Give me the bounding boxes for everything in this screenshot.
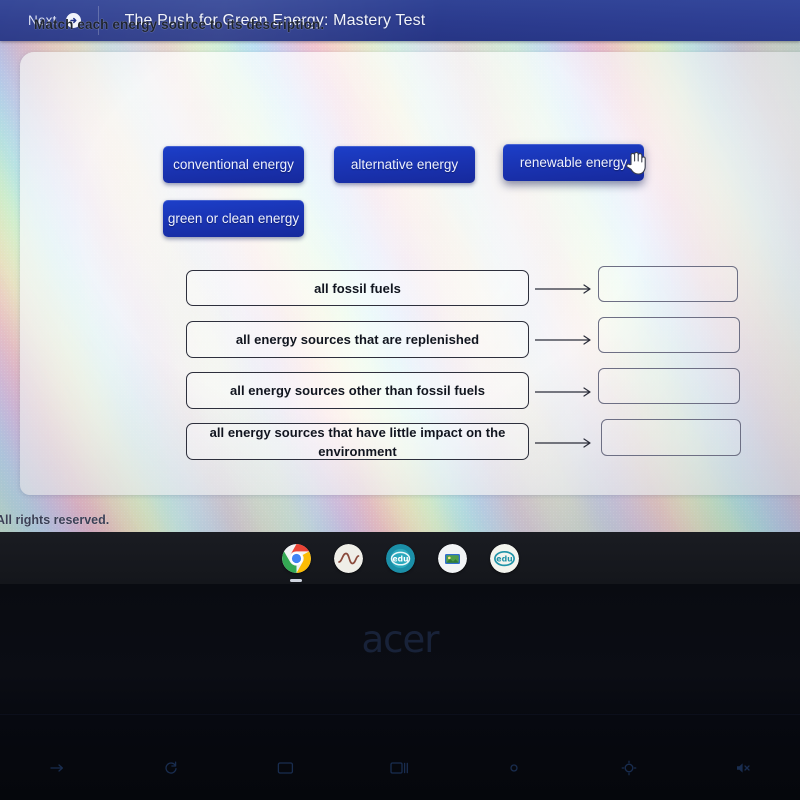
window-overview-key[interactable] xyxy=(343,761,457,775)
instruction-text: Match each energy source to its descript… xyxy=(34,17,325,32)
chromebook-screen: Match each energy source to its descript… xyxy=(0,0,800,532)
edu-white-icon[interactable]: edu xyxy=(489,543,519,573)
shelf-icon-row: edu edu xyxy=(0,532,800,584)
edu-image-icon[interactable] xyxy=(437,543,467,573)
function-key-row xyxy=(0,748,800,788)
draggable-token[interactable]: conventional energy xyxy=(163,146,304,183)
description-box: all fossil fuels xyxy=(186,270,529,306)
drop-target[interactable] xyxy=(601,419,741,456)
copyright-note: All rights reserved. xyxy=(0,513,110,527)
arrow-connector-icon xyxy=(535,334,597,346)
draggable-token[interactable]: renewable energy xyxy=(503,144,644,181)
arrow-connector-icon xyxy=(535,386,597,398)
draggable-token[interactable]: alternative energy xyxy=(334,146,475,183)
reload-key[interactable] xyxy=(114,760,228,776)
back-arrow-key[interactable] xyxy=(0,761,114,775)
description-box: all energy sources that have little impa… xyxy=(186,423,529,460)
laptop-deck: acer xyxy=(0,584,800,800)
drop-target[interactable] xyxy=(598,317,740,353)
chrome-icon[interactable] xyxy=(281,543,311,582)
wave-graph-icon[interactable] xyxy=(333,543,363,573)
svg-text:edu: edu xyxy=(392,554,408,563)
description-box: all energy sources other than fossil fue… xyxy=(186,372,529,409)
description-box: all energy sources that are replenished xyxy=(186,321,529,358)
draggable-token[interactable]: green or clean energy xyxy=(163,200,304,237)
active-app-indicator xyxy=(290,579,302,582)
mute-key[interactable] xyxy=(686,761,800,775)
acer-logo: acer xyxy=(361,618,440,661)
arrow-connector-icon xyxy=(535,283,597,295)
brightness-down-key[interactable] xyxy=(457,761,571,775)
drop-target[interactable] xyxy=(598,368,740,404)
svg-text:edu: edu xyxy=(496,554,512,563)
arrow-connector-icon xyxy=(535,437,597,449)
chromeos-shelf: edu edu xyxy=(0,532,800,584)
brightness-up-key[interactable] xyxy=(571,760,685,776)
fullscreen-key[interactable] xyxy=(229,761,343,775)
edu-teal-icon[interactable]: edu xyxy=(385,543,415,573)
deck-seam xyxy=(0,714,800,715)
drop-target[interactable] xyxy=(598,266,738,302)
